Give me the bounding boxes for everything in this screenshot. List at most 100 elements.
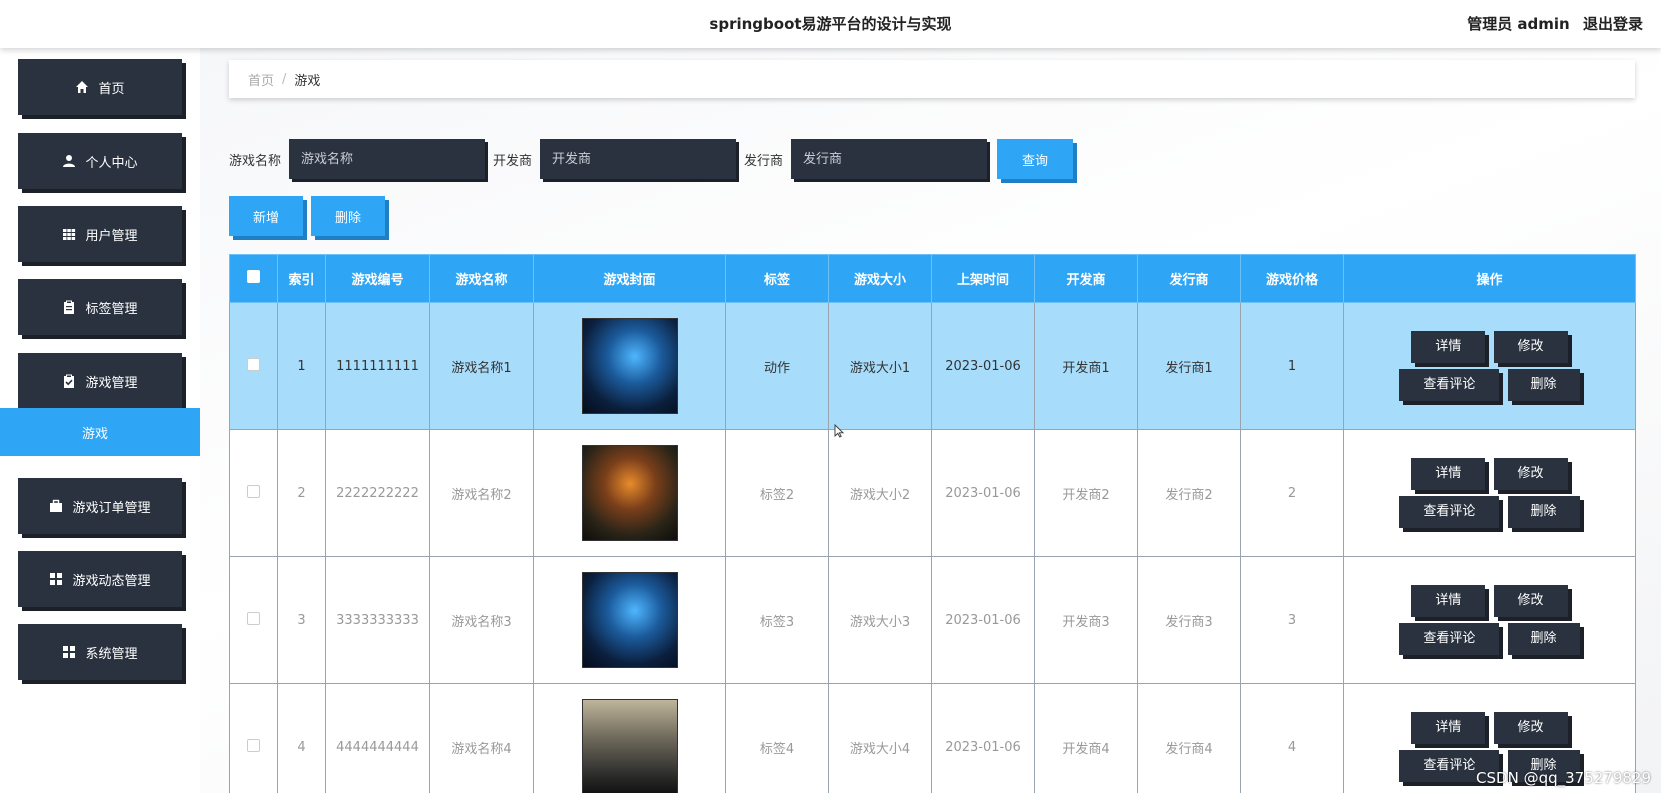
row-checkbox[interactable]: [247, 484, 260, 498]
code-cell: 4444444444: [325, 683, 430, 793]
sidebar-item-label: 标签管理: [85, 301, 138, 317]
delete-button[interactable]: 删除: [1507, 369, 1580, 401]
sidebar-subitem-label: 游戏: [81, 426, 108, 442]
publisher-cell: 发行商3: [1137, 556, 1241, 684]
name-cell: 游戏名称3: [429, 556, 534, 684]
column-header: 索引: [277, 254, 326, 303]
view-comments-button[interactable]: 查看评论: [1399, 623, 1500, 655]
breadcrumb-separator: /: [282, 71, 287, 87]
action-bar: 新增 删除: [229, 196, 393, 236]
index-cell: 4: [277, 683, 326, 793]
index-cell: 2: [277, 429, 326, 557]
developer-input[interactable]: [540, 139, 737, 179]
column-header: 标签: [725, 254, 829, 303]
delete-button[interactable]: 删除: [1507, 623, 1580, 655]
detail-button[interactable]: 详情: [1411, 712, 1486, 744]
game-cover-image: [581, 318, 678, 414]
code-cell: 1111111111: [325, 302, 430, 430]
game-name-input[interactable]: [289, 139, 486, 179]
user-area: 管理员 admin 退出登录: [1459, 13, 1643, 34]
date-cell: 2023-01-06: [931, 302, 1035, 430]
home-icon: [76, 81, 89, 93]
edit-button[interactable]: 修改: [1493, 712, 1568, 744]
code-cell: 3333333333: [325, 556, 430, 684]
developer-cell: 开发商1: [1034, 302, 1138, 430]
sidebar-item-tags[interactable]: 标签管理: [18, 279, 182, 335]
search-form: 游戏名称 开发商 发行商 查询: [229, 138, 1074, 180]
tag-cell: 标签2: [725, 429, 829, 557]
sidebar-item-home[interactable]: 首页: [18, 59, 182, 115]
breadcrumb-home[interactable]: 首页: [248, 70, 274, 89]
developer-cell: 开发商2: [1034, 429, 1138, 557]
sidebar-item-system[interactable]: 系统管理: [18, 624, 182, 680]
developer-cell: 开发商3: [1034, 556, 1138, 684]
detail-button[interactable]: 详情: [1411, 331, 1486, 363]
sidebar-item-game-news[interactable]: 游戏动态管理: [18, 551, 182, 607]
price-cell: 1: [1240, 302, 1344, 430]
publisher-cell: 发行商2: [1137, 429, 1241, 557]
user-label: 管理员 admin: [1467, 15, 1570, 33]
sidebar-item-label: 个人中心: [85, 155, 138, 171]
sidebar-item-game-orders[interactable]: 游戏订单管理: [18, 478, 182, 534]
grid-icon: [63, 229, 76, 240]
row-checkbox[interactable]: [247, 611, 260, 625]
tag-cell: 标签4: [725, 683, 829, 793]
developer-cell: 开发商4: [1034, 683, 1138, 793]
sidebar-subitem-game[interactable]: 游戏: [0, 408, 200, 456]
code-cell: 2222222222: [325, 429, 430, 557]
delete-button[interactable]: 删除: [1507, 496, 1580, 528]
sidebar-item-label: 首页: [98, 81, 125, 97]
tag-cell: 动作: [725, 302, 829, 430]
price-cell: 4: [1240, 683, 1344, 793]
detail-button[interactable]: 详情: [1411, 458, 1486, 490]
edit-button[interactable]: 修改: [1493, 331, 1568, 363]
game-table: 索引 游戏编号 游戏名称 游戏封面 标签 游戏大小 上架时间 开发商 发行商 游…: [229, 254, 1636, 793]
column-header: 游戏封面: [533, 254, 726, 303]
game-cover-image: [581, 572, 678, 668]
price-cell: 2: [1240, 429, 1344, 557]
size-cell: 游戏大小4: [828, 683, 932, 793]
view-comments-button[interactable]: 查看评论: [1399, 369, 1500, 401]
sidebar-item-users[interactable]: 用户管理: [18, 206, 182, 262]
row-checkbox[interactable]: [247, 738, 260, 752]
index-cell: 3: [277, 556, 326, 684]
edit-button[interactable]: 修改: [1493, 458, 1568, 490]
size-cell: 游戏大小1: [828, 302, 932, 430]
breadcrumb-current: 游戏: [294, 73, 321, 89]
table-row[interactable]: 3 3333333333 游戏名称3 标签3 游戏大小3 2023-01-06 …: [229, 556, 1636, 684]
tag-cell: 标签3: [725, 556, 829, 684]
add-button[interactable]: 新增: [229, 196, 303, 236]
column-header: 游戏编号: [325, 254, 430, 303]
column-header: 游戏价格: [1240, 254, 1344, 303]
sidebar-item-label: 用户管理: [85, 228, 138, 244]
price-cell: 3: [1240, 556, 1344, 684]
view-comments-button[interactable]: 查看评论: [1399, 496, 1500, 528]
sidebar-item-profile[interactable]: 个人中心: [18, 133, 182, 189]
select-all-checkbox[interactable]: [247, 270, 260, 283]
mouse-cursor-icon: [834, 424, 844, 438]
column-header: 游戏名称: [429, 254, 534, 303]
publisher-input[interactable]: [791, 139, 988, 179]
sidebar-item-label: 游戏管理: [85, 375, 138, 391]
query-button[interactable]: 查询: [997, 139, 1074, 179]
detail-button[interactable]: 详情: [1411, 585, 1486, 617]
game-cover-image: [581, 445, 678, 541]
column-header: 操作: [1343, 254, 1636, 303]
table-row[interactable]: 1 1111111111 游戏名称1 动作 游戏大小1 2023-01-06 开…: [229, 302, 1636, 430]
sidebar-item-label: 游戏订单管理: [72, 500, 151, 516]
select-all-cell[interactable]: [229, 254, 278, 303]
table-row[interactable]: 4 4444444444 游戏名称4 标签4 游戏大小4 2023-01-06 …: [229, 683, 1636, 793]
sidebar-item-games[interactable]: 游戏管理: [18, 353, 182, 409]
row-checkbox[interactable]: [247, 357, 260, 371]
edit-button[interactable]: 修改: [1493, 585, 1568, 617]
table-row[interactable]: 2 2222222222 游戏名称2 标签2 游戏大小2 2023-01-06 …: [229, 429, 1636, 557]
clipboard-icon: [64, 300, 75, 314]
breadcrumb: 首页 / 游戏: [229, 60, 1635, 98]
logout-link[interactable]: 退出登录: [1583, 15, 1643, 33]
column-header: 上架时间: [931, 254, 1035, 303]
briefcase-icon: [50, 499, 63, 512]
bulk-delete-button[interactable]: 删除: [311, 196, 385, 236]
name-cell: 游戏名称1: [429, 302, 534, 430]
game-cover-image: [581, 699, 678, 793]
watermark: CSDN @qq_375279829: [1476, 769, 1651, 787]
